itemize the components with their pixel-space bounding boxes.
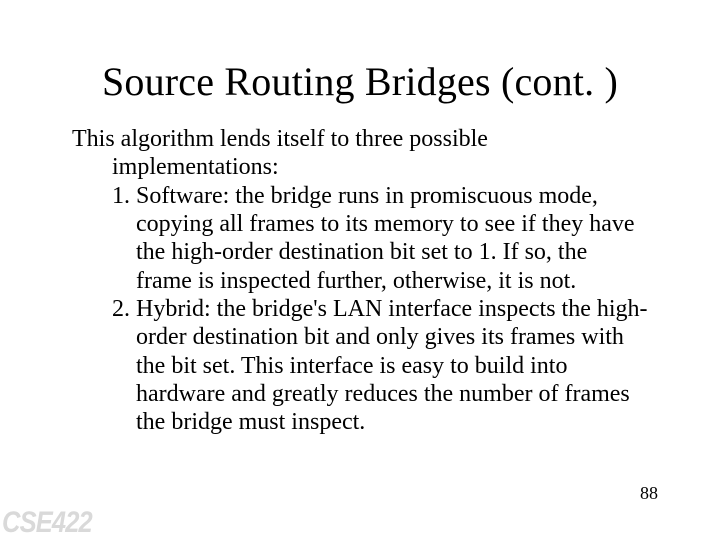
lead-line: This algorithm lends itself to three pos…	[72, 125, 648, 153]
list-item-1: 1. Software: the bridge runs in promiscu…	[72, 182, 648, 295]
slide: Source Routing Bridges (cont. ) This alg…	[0, 0, 720, 540]
list-item-2: 2. Hybrid: the bridge's LAN interface in…	[72, 295, 648, 437]
course-code: CSE422	[2, 506, 92, 540]
page-number: 88	[640, 483, 658, 504]
slide-body: This algorithm lends itself to three pos…	[0, 105, 720, 436]
slide-title: Source Routing Bridges (cont. )	[0, 0, 720, 105]
lead-continuation: implementations:	[72, 153, 648, 181]
